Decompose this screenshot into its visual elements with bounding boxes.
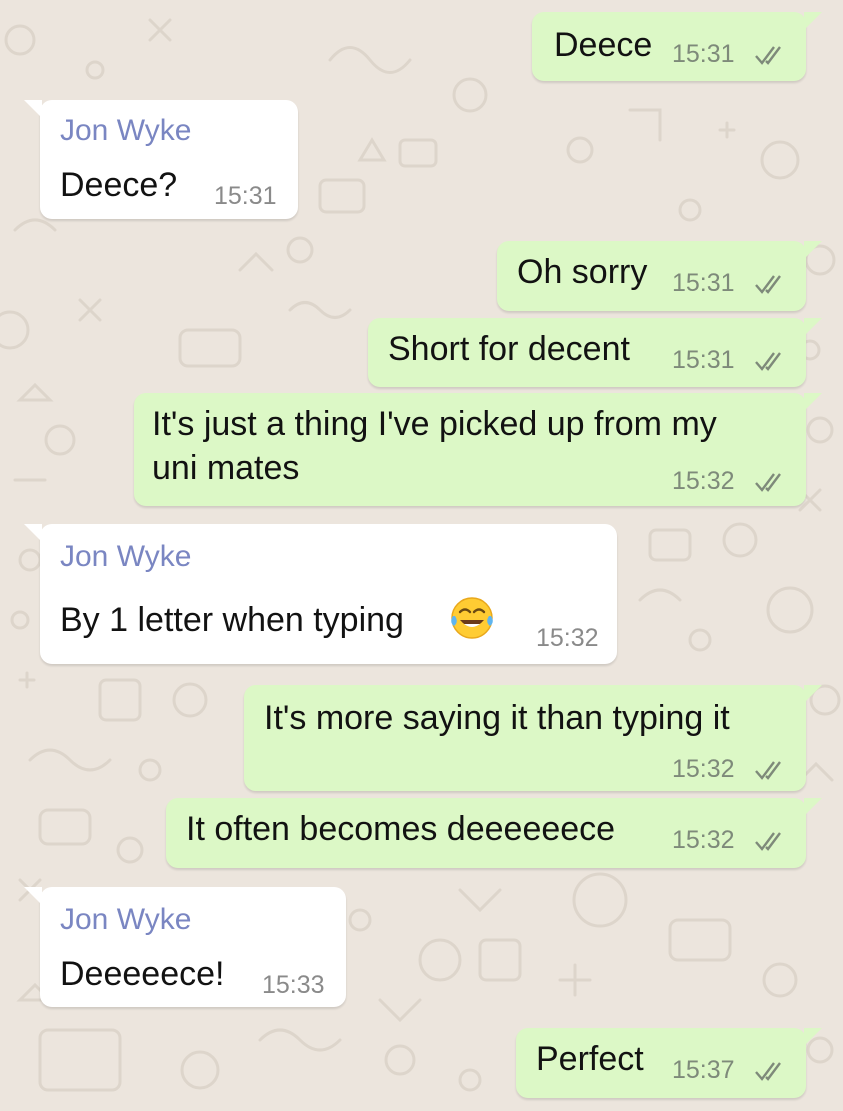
double-check-icon: [755, 46, 781, 65]
double-check-icon: [755, 352, 781, 371]
message-bubble-incoming[interactable]: Jon Wyke By 1 letter when typing 15:32: [24, 524, 617, 664]
message-text: Deece: [554, 26, 653, 64]
message-time: 15:37: [672, 1056, 735, 1084]
message-text: Short for decent: [388, 330, 630, 368]
message-time: 15:32: [536, 624, 599, 652]
message-bubble-outgoing[interactable]: Perfect 15:37: [516, 1028, 822, 1098]
sender-name: Jon Wyke: [60, 114, 192, 147]
sender-name: Jon Wyke: [60, 903, 192, 936]
double-check-icon: [755, 761, 781, 780]
message-time: 15:33: [262, 971, 325, 999]
double-check-icon: [755, 1062, 781, 1081]
face-with-tears-of-joy-icon: [451, 597, 493, 639]
message-bubble-incoming[interactable]: Jon Wyke Deeeeece! 15:33: [24, 887, 346, 1007]
message-text-line-2: uni mates: [152, 449, 300, 487]
message-bubble-outgoing[interactable]: Oh sorry 15:31: [497, 241, 822, 311]
message-text: Deeeeece!: [60, 955, 225, 993]
double-check-icon: [755, 832, 781, 851]
message-time: 15:31: [672, 269, 735, 297]
message-time: 15:31: [672, 40, 735, 68]
message-bubble-outgoing[interactable]: It's just a thing I've picked up from my…: [134, 393, 822, 506]
double-check-icon: [755, 275, 781, 294]
message-bubble-outgoing[interactable]: It often becomes deeeeeece 15:32: [166, 798, 822, 868]
message-time: 15:32: [672, 755, 735, 783]
message-text: Deece?: [60, 166, 178, 204]
message-time: 15:32: [672, 826, 735, 854]
message-text: By 1 letter when typing: [60, 601, 404, 639]
message-text: It's more saying it than typing it: [264, 699, 730, 737]
sender-name: Jon Wyke: [60, 540, 192, 573]
message-text-line-1: It's just a thing I've picked up from my: [152, 405, 717, 443]
message-text: It often becomes deeeeeece: [186, 810, 616, 848]
message-time: 15:31: [672, 346, 735, 374]
message-bubble-incoming[interactable]: Jon Wyke Deece? 15:31: [24, 100, 298, 219]
message-bubble-outgoing[interactable]: Deece 15:31: [532, 12, 822, 81]
message-text: Oh sorry: [517, 253, 648, 291]
message-time: 15:32: [672, 467, 735, 495]
message-text: Perfect: [536, 1040, 644, 1078]
message-bubble-outgoing[interactable]: It's more saying it than typing it 15:32: [244, 685, 822, 791]
message-time: 15:31: [214, 182, 277, 210]
message-bubble-outgoing[interactable]: Short for decent 15:31: [368, 318, 822, 387]
double-check-icon: [755, 473, 781, 492]
